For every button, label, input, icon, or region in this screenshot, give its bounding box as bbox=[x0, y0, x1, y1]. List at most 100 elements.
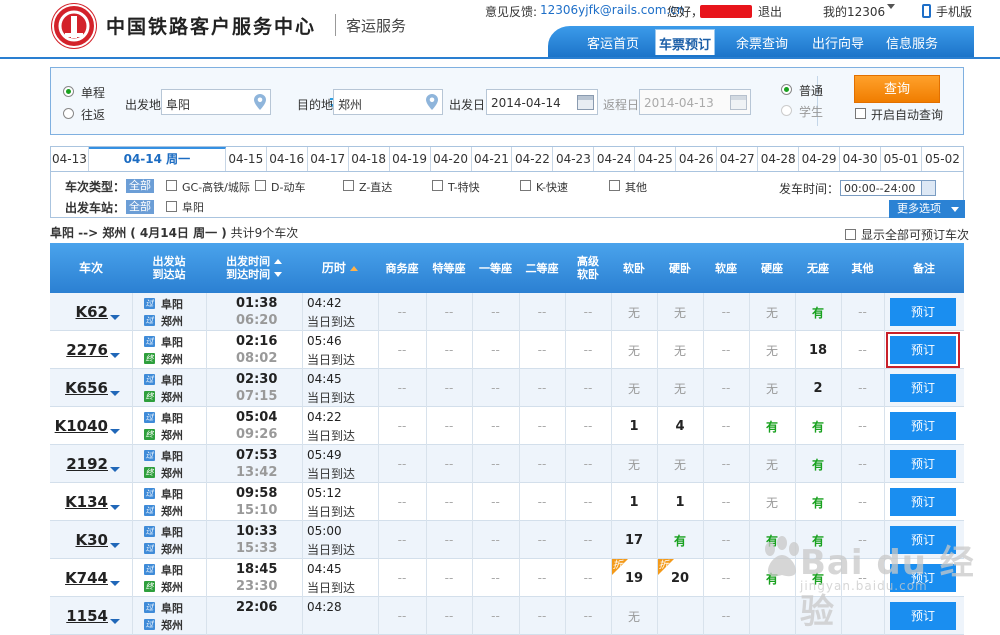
train-number-link[interactable]: 2192 bbox=[66, 455, 108, 473]
depart-time-label: 发车时间： bbox=[779, 182, 840, 196]
from-station-input[interactable]: 阜阳 bbox=[161, 89, 271, 115]
chevron-down-icon[interactable] bbox=[110, 543, 120, 548]
date-tab[interactable]: 04-15 bbox=[226, 147, 267, 171]
chevron-down-icon[interactable] bbox=[110, 619, 120, 624]
train-number-cell[interactable]: 1154 bbox=[50, 597, 128, 635]
roundtrip-radio[interactable] bbox=[63, 108, 74, 119]
chevron-down-icon[interactable] bbox=[887, 4, 895, 10]
date-tab-active[interactable]: 04-14 周一 bbox=[88, 147, 226, 171]
book-button[interactable]: 预订 bbox=[890, 450, 956, 478]
more-options-button[interactable]: 更多选项 bbox=[889, 200, 965, 218]
location-pin-icon bbox=[426, 94, 438, 110]
station-all-button[interactable]: 全部 bbox=[126, 200, 154, 214]
duration: 05:46 bbox=[307, 334, 342, 348]
sort-up-icon[interactable] bbox=[273, 259, 282, 264]
chevron-down-icon[interactable] bbox=[110, 391, 120, 396]
chevron-down-icon[interactable] bbox=[921, 181, 935, 195]
logout-link[interactable]: 退出 bbox=[758, 3, 782, 20]
normal-ticket-radio[interactable] bbox=[781, 84, 792, 95]
train-number-cell[interactable]: K62 bbox=[50, 293, 128, 331]
train-number-link[interactable]: K30 bbox=[76, 531, 109, 549]
seat-cell: 18 bbox=[808, 342, 828, 358]
book-button[interactable]: 预订 bbox=[890, 298, 956, 326]
type-gc-checkbox[interactable] bbox=[166, 180, 177, 191]
date-tab[interactable]: 04-25 bbox=[635, 147, 677, 171]
train-number-link[interactable]: K62 bbox=[76, 303, 109, 321]
date-tab[interactable]: 05-02 bbox=[922, 147, 963, 171]
train-number-cell[interactable]: K30 bbox=[50, 521, 128, 559]
train-number-link[interactable]: 1154 bbox=[66, 607, 108, 625]
type-d-checkbox[interactable] bbox=[255, 180, 266, 191]
date-tab[interactable]: 04-16 bbox=[267, 147, 308, 171]
chevron-down-icon[interactable] bbox=[110, 581, 120, 586]
to-station-input[interactable]: 郑州 bbox=[333, 89, 443, 115]
sort-up-icon[interactable] bbox=[350, 265, 359, 271]
train-number-cell[interactable]: 2276 bbox=[50, 331, 128, 369]
nav-ticket-booking[interactable]: 车票预订 bbox=[655, 29, 716, 55]
book-button[interactable]: 预订 bbox=[886, 332, 960, 368]
nav-info-service[interactable]: 信息服务 bbox=[886, 33, 938, 52]
date-tab[interactable]: 04-21 bbox=[472, 147, 513, 171]
oneway-radio[interactable] bbox=[63, 86, 74, 97]
chevron-down-icon[interactable] bbox=[110, 429, 120, 434]
show-all-checkbox[interactable] bbox=[845, 229, 856, 240]
seat-cell: -- bbox=[537, 305, 547, 319]
train-number-link[interactable]: K1040 bbox=[55, 417, 108, 435]
calendar-icon[interactable] bbox=[730, 95, 747, 110]
auto-query-checkbox[interactable] bbox=[855, 108, 866, 119]
type-t-checkbox[interactable] bbox=[432, 180, 443, 191]
depart-time-select[interactable]: 00:00--24:00 bbox=[840, 180, 936, 196]
date-tab[interactable]: 05-01 bbox=[881, 147, 922, 171]
chevron-down-icon[interactable] bbox=[110, 315, 120, 320]
date-tab[interactable]: 04-28 bbox=[758, 147, 800, 171]
mobile-link[interactable]: 手机版 bbox=[936, 3, 972, 20]
date-tab[interactable]: 04-26 bbox=[676, 147, 718, 171]
return-date-input[interactable]: 2014-04-13 bbox=[639, 89, 751, 115]
chevron-down-icon[interactable] bbox=[110, 505, 120, 510]
train-number-link[interactable]: 2276 bbox=[66, 341, 108, 359]
date-tab[interactable]: 04-29 bbox=[799, 147, 841, 171]
date-tab[interactable]: 04-20 bbox=[431, 147, 472, 171]
my12306-link[interactable]: 我的12306 bbox=[823, 3, 885, 20]
date-tab[interactable]: 04-27 bbox=[717, 147, 759, 171]
chevron-down-icon[interactable] bbox=[110, 467, 120, 472]
date-tab[interactable]: 04-24 bbox=[594, 147, 636, 171]
date-tab[interactable]: 04-22 bbox=[512, 147, 554, 171]
calendar-icon[interactable] bbox=[577, 95, 594, 110]
type-z-checkbox[interactable] bbox=[343, 180, 354, 191]
book-button[interactable]: 预订 bbox=[890, 374, 956, 402]
date-tab[interactable]: 04-18 bbox=[349, 147, 390, 171]
date-tab[interactable]: 04-17 bbox=[308, 147, 349, 171]
date-tab[interactable]: 04-19 bbox=[390, 147, 431, 171]
train-type-all-button[interactable]: 全部 bbox=[126, 179, 154, 193]
train-number-link[interactable]: K656 bbox=[65, 379, 108, 397]
station-fuyang-checkbox[interactable] bbox=[166, 201, 177, 212]
book-button[interactable]: 预订 bbox=[890, 412, 956, 440]
depart-date-input[interactable]: 2014-04-14 bbox=[486, 89, 598, 115]
date-tab[interactable]: 04-23 bbox=[553, 147, 595, 171]
train-number-link[interactable]: K744 bbox=[65, 569, 108, 587]
date-tab[interactable]: 04-13 bbox=[51, 147, 89, 171]
train-number-cell[interactable]: K134 bbox=[50, 483, 128, 521]
chevron-down-icon[interactable] bbox=[110, 353, 120, 358]
book-button[interactable]: 预订 bbox=[890, 488, 956, 516]
type-k-checkbox[interactable] bbox=[520, 180, 531, 191]
student-ticket-radio[interactable] bbox=[781, 105, 792, 116]
query-button[interactable]: 查询 bbox=[854, 75, 940, 103]
train-number-cell[interactable]: K1040 bbox=[50, 407, 128, 445]
train-number-cell[interactable]: K744 bbox=[50, 559, 128, 597]
seat-cell: 无 bbox=[673, 457, 686, 472]
col-duration[interactable]: 历时 bbox=[302, 243, 378, 293]
nav-remaining-tickets[interactable]: 余票查询 bbox=[736, 33, 788, 52]
date-tab[interactable]: 04-30 bbox=[840, 147, 882, 171]
seat-cell: -- bbox=[858, 381, 867, 395]
train-number-cell[interactable]: K656 bbox=[50, 369, 128, 407]
train-number-link[interactable]: K134 bbox=[65, 493, 108, 511]
feedback-email-link[interactable]: 12306yjfk@rails.com.cn bbox=[540, 3, 684, 17]
sort-down-icon[interactable] bbox=[273, 272, 282, 277]
col-times[interactable]: 出发时间 到达时间 bbox=[206, 243, 302, 293]
type-other-checkbox[interactable] bbox=[609, 180, 620, 191]
nav-home[interactable]: 客运首页 bbox=[587, 33, 639, 52]
nav-travel-guide[interactable]: 出行向导 bbox=[812, 33, 864, 52]
train-number-cell[interactable]: 2192 bbox=[50, 445, 128, 483]
